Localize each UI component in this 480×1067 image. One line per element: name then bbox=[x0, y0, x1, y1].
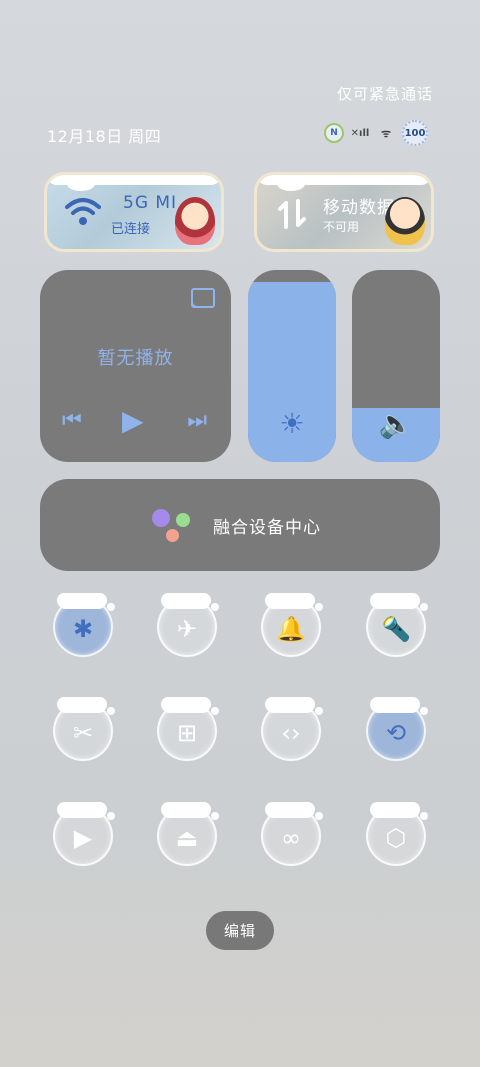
volume-slider[interactable]: 🔈 bbox=[352, 270, 440, 462]
snow-decoration bbox=[57, 593, 115, 611]
snow-decoration bbox=[161, 593, 219, 611]
snow-decoration bbox=[370, 697, 428, 715]
cartoon-boy-decoration bbox=[385, 197, 425, 245]
media-title: 暂无播放 bbox=[97, 348, 174, 369]
airplane-icon: ✈ bbox=[176, 615, 198, 643]
edit-button[interactable]: 编辑 bbox=[206, 911, 274, 950]
snow-decoration bbox=[57, 697, 115, 715]
sun-icon: ☀ bbox=[279, 407, 305, 440]
bluetooth-icon: ✱ bbox=[72, 615, 94, 643]
bell-icon: 🔔 bbox=[276, 615, 306, 643]
date-text: 12月18日 周四 bbox=[47, 127, 162, 146]
snow-decoration bbox=[57, 802, 115, 820]
device-center-logo-icon bbox=[152, 509, 196, 545]
snow-decoration bbox=[370, 593, 428, 611]
screenshot-scissors-icon: ✂ bbox=[72, 719, 94, 747]
mobile-data-title: 移动数据 bbox=[323, 198, 395, 218]
snow-decoration bbox=[265, 802, 323, 820]
snow-decoration bbox=[161, 697, 219, 715]
snow-decoration bbox=[265, 697, 323, 715]
mobile-data-status: 不可用 bbox=[323, 220, 360, 234]
snow-decoration bbox=[161, 802, 219, 820]
hotspot-link-toggle[interactable]: ∞ bbox=[261, 802, 323, 866]
snow-decoration bbox=[370, 802, 428, 820]
wifi-tile[interactable]: 5G MI 已连接 bbox=[44, 172, 224, 252]
wifi-status: 已连接 bbox=[111, 222, 151, 237]
media-player-card[interactable]: 暂无播放 ⏮ ▶ ⏭ bbox=[40, 270, 231, 462]
link-icon: ∞ bbox=[281, 824, 301, 852]
previous-track-button[interactable]: ⏮ bbox=[62, 408, 82, 433]
airplane-mode-toggle[interactable]: ✈ bbox=[157, 593, 219, 657]
mobile-data-icon bbox=[278, 199, 306, 229]
cast-icon[interactable] bbox=[191, 288, 215, 308]
device-center-button[interactable]: 融合设备中心 bbox=[40, 479, 440, 571]
device-center-label: 融合设备中心 bbox=[213, 518, 321, 538]
settings-hex-icon: ⬡ bbox=[385, 824, 407, 852]
no-sim-signal-icon: ✕ıll bbox=[350, 127, 370, 139]
screen-record-toggle[interactable]: ▶ bbox=[53, 802, 115, 866]
wifi-status-icon: ᯤ bbox=[380, 126, 392, 140]
cartoon-girl-decoration bbox=[175, 197, 215, 245]
cast-screen-icon: ⏏ bbox=[175, 824, 199, 852]
brightness-slider[interactable]: ☀ bbox=[248, 270, 336, 462]
nfc-icon: N bbox=[324, 123, 344, 143]
mobile-data-tile[interactable]: 移动数据 不可用 bbox=[254, 172, 434, 252]
battery-icon: 100 bbox=[402, 120, 428, 146]
snow-decoration bbox=[265, 593, 323, 611]
code-share-toggle[interactable]: ‹› bbox=[261, 697, 323, 761]
ring-mode-toggle[interactable]: 🔔 bbox=[261, 593, 323, 657]
snow-decoration bbox=[257, 175, 431, 191]
next-track-button[interactable]: ⏭ bbox=[187, 408, 207, 433]
bluetooth-toggle[interactable]: ✱ bbox=[53, 593, 115, 657]
battery-saver-toggle[interactable]: ⊞ bbox=[157, 697, 219, 761]
battery-saver-icon: ⊞ bbox=[176, 719, 198, 747]
wifi-name: 5G MI bbox=[123, 193, 178, 213]
snow-decoration bbox=[47, 175, 221, 191]
play-button[interactable]: ▶ bbox=[122, 404, 144, 437]
speaker-icon: 🔈 bbox=[378, 407, 414, 440]
status-icons: N ✕ıll ᯤ 100 bbox=[324, 120, 428, 146]
flashlight-toggle[interactable]: 🔦 bbox=[366, 593, 428, 657]
screen-cast-toggle[interactable]: ⏏ bbox=[157, 802, 219, 866]
screenshot-toggle[interactable]: ✂ bbox=[53, 697, 115, 761]
rotation-lock-icon: ⟲ bbox=[385, 719, 407, 747]
video-camera-icon: ▶ bbox=[73, 824, 93, 852]
share-code-icon: ‹› bbox=[281, 719, 301, 747]
flashlight-icon: 🔦 bbox=[381, 615, 411, 643]
settings-toggle[interactable]: ⬡ bbox=[366, 802, 428, 866]
rotation-lock-toggle[interactable]: ⟲ bbox=[366, 697, 428, 761]
emergency-calls-only-text: 仅可紧急通话 bbox=[336, 85, 433, 103]
wifi-icon bbox=[65, 198, 101, 225]
